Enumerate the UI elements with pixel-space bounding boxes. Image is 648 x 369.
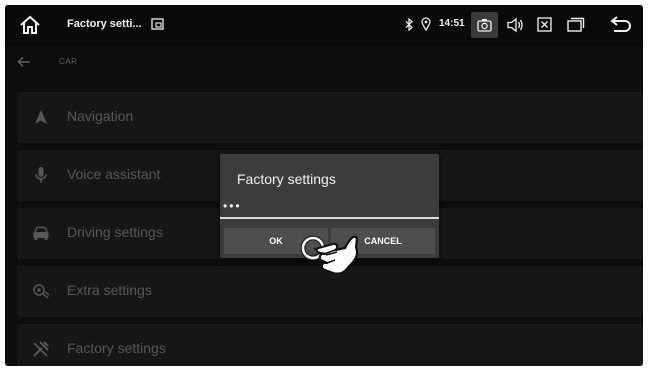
bluetooth-icon	[405, 18, 413, 31]
head-unit-screen: Factory setti... 14:51 CAR Navigation Vo…	[5, 5, 643, 366]
close-box-icon[interactable]	[537, 17, 552, 32]
back-icon[interactable]	[609, 15, 633, 33]
home-icon[interactable]	[19, 14, 41, 36]
password-input[interactable]: •••	[220, 199, 439, 219]
camera-icon	[477, 19, 492, 32]
recent-apps-icon[interactable]	[567, 17, 585, 32]
location-icon	[421, 17, 431, 31]
dialog-title: Factory settings	[237, 171, 336, 187]
screenshot-button[interactable]	[471, 12, 498, 38]
app-title: Factory setti...	[67, 18, 142, 30]
pointing-hand-icon	[300, 235, 359, 275]
volume-icon[interactable]	[507, 17, 524, 33]
window-icon	[151, 18, 164, 30]
clock: 14:51	[439, 18, 465, 29]
status-bar: Factory setti... 14:51	[5, 5, 643, 45]
